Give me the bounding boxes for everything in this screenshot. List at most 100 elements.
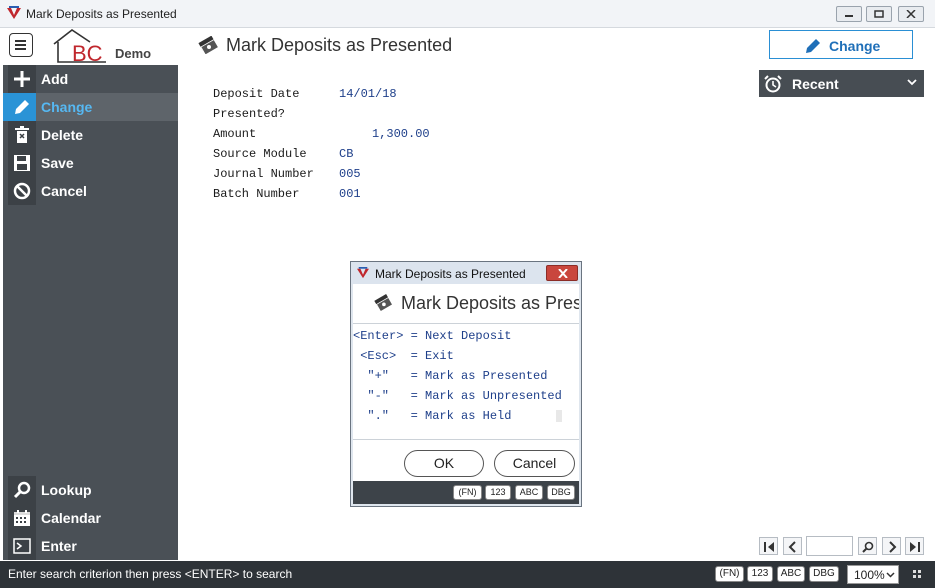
house-logo-icon: BC [53, 29, 106, 64]
app-logo-icon [7, 6, 21, 19]
field-label-presented: Presented? [213, 107, 286, 121]
chevron-down-icon [886, 572, 895, 578]
find-record-button[interactable] [858, 537, 877, 555]
recent-dropdown[interactable]: Recent [759, 70, 924, 97]
logo-subtitle: Demo [115, 46, 152, 61]
ok-button[interactable]: OK [404, 450, 484, 477]
resize-grip-icon[interactable] [913, 570, 921, 578]
sidebar-item-lookup[interactable]: Lookup [3, 476, 178, 504]
first-record-button[interactable] [759, 537, 778, 555]
close-button[interactable] [898, 6, 924, 22]
help-line-enter: <Enter> = Next Deposit [353, 329, 512, 343]
previous-record-button[interactable] [783, 537, 802, 555]
change-button-label: Change [829, 38, 881, 54]
change-button[interactable]: Change [769, 30, 913, 59]
app-logo-icon [357, 267, 369, 279]
app-header: BC Demo Mark Deposits as Presented Chang… [0, 28, 935, 64]
chevron-left-icon [788, 541, 796, 553]
text-cursor [556, 410, 562, 422]
chevron-down-icon [907, 79, 917, 86]
chevron-right-icon [889, 541, 897, 553]
divider [353, 439, 579, 440]
dbg-badge[interactable]: DBG [809, 566, 839, 582]
sidebar-item-label: Lookup [41, 482, 92, 498]
company-logo: BC Demo [50, 28, 160, 64]
num-badge[interactable]: 123 [747, 566, 773, 582]
help-line-esc: <Esc> = Exit [353, 349, 454, 363]
money-icon [198, 36, 219, 54]
field-label-deposit-date: Deposit Date [213, 87, 300, 101]
help-line-minus: "-" = Mark as Unpresented [353, 389, 562, 403]
logo-text: BC [72, 41, 103, 64]
help-line-dot: "." = Mark as Held [353, 409, 512, 423]
pencil-icon [8, 93, 36, 121]
sidebar-item-label: Change [41, 99, 93, 115]
zoom-value: 100% [854, 568, 885, 582]
sidebar-item-label: Cancel [41, 183, 87, 199]
sidebar-item-label: Save [41, 155, 74, 171]
plus-icon [8, 65, 36, 93]
abc-badge[interactable]: ABC [777, 566, 805, 582]
minimize-icon [845, 15, 853, 17]
dialog-title: Mark Deposits as Presented [375, 267, 526, 281]
page-title: Mark Deposits as Presented [226, 35, 453, 55]
window-titlebar: Mark Deposits as Presented [0, 0, 935, 28]
sidebar-item-label: Calendar [41, 510, 101, 526]
sidebar-item-change[interactable]: Change [3, 93, 178, 121]
zoom-select[interactable]: 100% [847, 565, 899, 584]
sidebar: Add Change Delete Save Cancel Lookup Cal… [3, 65, 178, 560]
dialog-close-button[interactable] [546, 265, 578, 281]
skip-first-icon [764, 542, 774, 552]
close-icon [558, 269, 568, 278]
sidebar-item-delete[interactable]: Delete [3, 121, 178, 149]
sidebar-item-add[interactable]: Add [3, 65, 178, 93]
minimize-button[interactable] [836, 6, 862, 22]
status-bar: Enter search criterion then press <ENTER… [0, 561, 935, 588]
fn-badge[interactable]: (FN) [453, 485, 482, 500]
recent-label: Recent [792, 76, 839, 92]
hamburger-menu-button[interactable] [9, 33, 33, 57]
search-icon [8, 476, 36, 504]
field-value-deposit-date[interactable]: 14/01/18 [339, 87, 397, 101]
help-dialog: Mark Deposits as Presented Mark Deposits… [350, 261, 582, 507]
maximize-icon [874, 10, 884, 18]
last-record-button[interactable] [905, 537, 924, 555]
sidebar-item-save[interactable]: Save [3, 149, 178, 177]
pencil-icon [806, 39, 820, 53]
field-label-journal-number: Journal Number [213, 167, 314, 181]
fn-badge[interactable]: (FN) [715, 566, 744, 582]
window-title: Mark Deposits as Presented [26, 7, 177, 21]
field-value-batch-number[interactable]: 001 [339, 187, 361, 201]
next-record-button[interactable] [882, 537, 901, 555]
trash-icon [8, 121, 36, 149]
dialog-cancel-button[interactable]: Cancel [494, 450, 575, 477]
sidebar-item-label: Add [41, 71, 69, 87]
field-label-amount: Amount [213, 127, 257, 141]
sidebar-item-enter[interactable]: Enter [3, 532, 178, 560]
maximize-button[interactable] [866, 6, 892, 22]
sidebar-item-label: Delete [41, 127, 84, 143]
sidebar-item-calendar[interactable]: Calendar [3, 504, 178, 532]
field-value-amount[interactable]: 1,300.00 [372, 127, 430, 141]
dialog-header: Mark Deposits as Presented [353, 284, 579, 324]
money-icon [374, 294, 393, 311]
num-badge[interactable]: 123 [485, 485, 511, 500]
dialog-titlebar: Mark Deposits as Presented [351, 262, 581, 284]
field-label-source-module: Source Module [213, 147, 307, 161]
skip-last-icon [910, 542, 920, 552]
sidebar-item-cancel[interactable]: Cancel [3, 177, 178, 205]
abc-badge[interactable]: ABC [515, 485, 543, 500]
cancel-icon [8, 177, 36, 205]
status-message: Enter search criterion then press <ENTER… [8, 567, 293, 581]
close-icon [906, 10, 916, 18]
field-value-journal-number[interactable]: 005 [339, 167, 361, 181]
field-value-source-module[interactable]: CB [339, 147, 353, 161]
dialog-heading: Mark Deposits as Presented [401, 293, 579, 313]
alarm-clock-icon [764, 75, 782, 93]
calendar-icon [8, 504, 36, 532]
record-number-input[interactable] [806, 536, 853, 556]
search-icon [862, 541, 874, 553]
dbg-badge[interactable]: DBG [547, 485, 575, 500]
dialog-body: Mark Deposits as Presented <Enter> = Nex… [353, 284, 579, 504]
dialog-footer: (FN) 123 ABC DBG [353, 481, 579, 504]
